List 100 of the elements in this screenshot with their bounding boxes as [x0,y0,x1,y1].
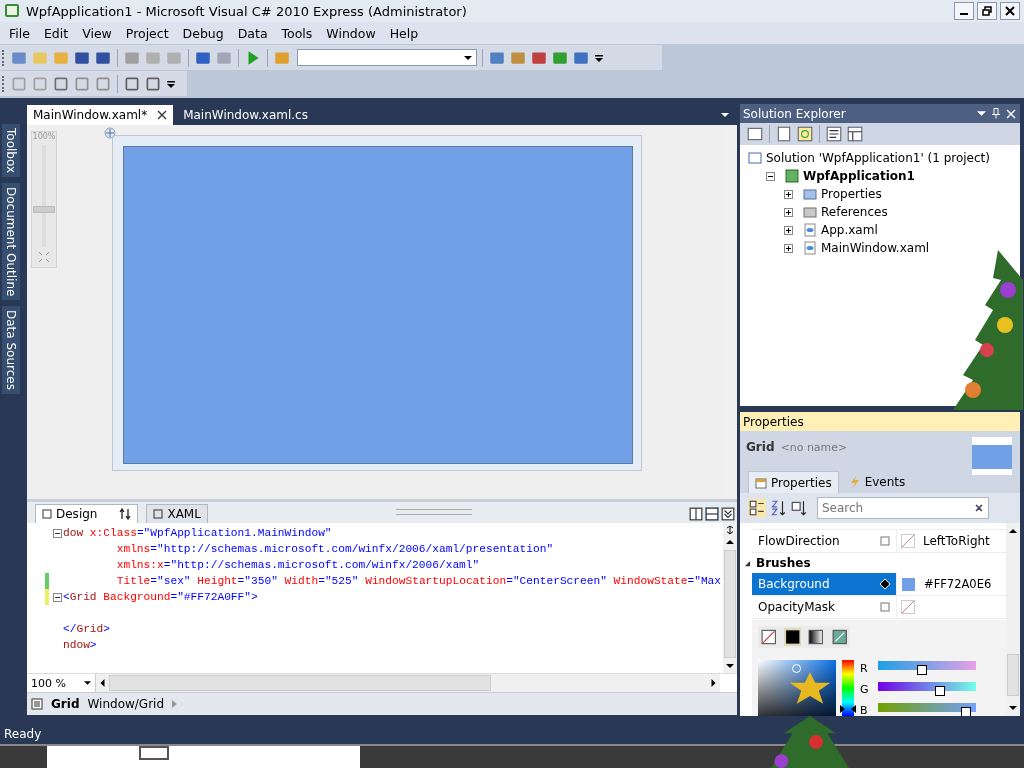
element-name: <no name> [780,440,848,454]
property-name[interactable]: FlowDirection [752,530,896,552]
toolbar-overflow-icon[interactable] [167,79,175,88]
solution-config-dropdown[interactable] [297,49,477,66]
vertical-scrollbar[interactable] [1006,523,1020,716]
categorized-icon[interactable] [748,499,766,517]
local-value-icon[interactable] [880,579,890,589]
breadcrumb-item[interactable]: Grid [51,697,80,711]
channel-slider[interactable] [878,682,976,696]
pin-icon[interactable] [992,108,1000,119]
scrollbar-thumb[interactable] [1007,653,1019,696]
menu-item[interactable]: Window [319,25,383,41]
side-panel-tab[interactable]: Toolbox [2,124,20,177]
xaml-icon [803,223,817,237]
refresh-icon[interactable] [796,125,814,143]
breadcrumb-item[interactable]: Window/Grid [87,697,165,711]
menu-item[interactable]: Data [230,25,275,41]
tree-item[interactable]: MainWindow.xaml [821,241,930,255]
expander-icon[interactable] [784,189,793,199]
collapse-icon[interactable] [53,528,62,538]
dropdown-icon[interactable] [721,113,729,117]
property-value[interactable]: LeftToRight [923,534,990,548]
expander-icon[interactable] [784,225,793,235]
tree-item[interactable]: References [821,205,888,219]
slider-thumb[interactable] [840,705,856,713]
no-brush-icon[interactable] [901,534,915,548]
vertical-scrollbar[interactable] [723,523,737,673]
scroll-up-icon[interactable] [726,537,734,546]
color-canvas[interactable] [758,660,836,716]
menu-item[interactable]: Debug [175,25,231,41]
menu-item[interactable]: Tools [274,25,320,41]
document-tab[interactable]: MainWindow.xaml* [27,105,174,125]
side-panel-tab[interactable]: Document Outline [2,183,20,301]
menu-item[interactable]: View [75,25,119,41]
menu-item[interactable]: File [2,25,37,41]
tree-item[interactable]: App.xaml [821,223,878,237]
horizontal-split-icon[interactable] [705,507,719,521]
horizontal-scrollbar[interactable] [96,674,720,692]
scroll-down-icon[interactable] [1009,704,1017,712]
properties-tab[interactable]: Events [842,471,912,493]
tree-item[interactable]: WpfApplication1 [803,169,915,183]
view-designer-icon[interactable] [846,125,864,143]
sort-source-icon[interactable] [790,499,808,517]
show-all-files-icon[interactable] [775,125,793,143]
property-marker-icon[interactable] [880,602,890,612]
slider-thumb[interactable] [33,206,55,214]
property-name[interactable]: Background [752,573,896,595]
properties-tab[interactable]: Properties [748,471,839,493]
clear-icon[interactable] [974,503,984,513]
side-panel-tab[interactable]: Data Sources [2,306,20,395]
split-handle-icon[interactable] [726,526,734,534]
outline-icon[interactable] [31,698,43,710]
view-code-icon[interactable] [825,125,843,143]
document-tab[interactable]: MainWindow.xaml.cs [177,105,314,125]
channel-slider[interactable] [878,703,976,716]
minimize-button[interactable] [954,2,974,20]
menu-item[interactable]: Edit [36,25,76,41]
property-name[interactable]: OpacityMask [752,596,896,618]
menu-item[interactable]: Project [118,25,176,41]
hue-slider[interactable] [842,660,854,716]
image-brush-icon[interactable] [830,628,848,646]
expander-icon[interactable] [784,243,793,253]
sort-alphabetical-icon[interactable] [769,499,787,517]
close-icon[interactable] [157,110,168,120]
view-tab[interactable]: XAML [146,504,208,523]
property-marker-icon[interactable] [880,536,890,546]
scroll-left-icon[interactable] [100,679,105,687]
channel-slider[interactable] [878,661,976,675]
no-brush-icon[interactable] [901,600,915,614]
no-brush-icon[interactable] [760,628,778,646]
slider-thumb[interactable] [961,707,972,716]
tree-item[interactable]: Properties [821,187,882,201]
collapse-icon[interactable] [53,592,62,602]
collapse-pane-icon[interactable] [721,507,735,521]
property-value[interactable]: #FF72A0E6 [924,577,992,591]
collapse-arrow-icon[interactable] [744,559,751,567]
slider-thumb[interactable] [917,665,928,675]
code-line: dow x:Class="WpfApplication1.MainWindow" [63,527,332,539]
vertical-split-icon[interactable] [689,507,703,521]
view-tab[interactable]: Design [35,504,139,523]
tree-item[interactable]: Solution 'WpfApplication1' (1 project) [766,151,990,165]
swap-panes-icon[interactable] [119,508,132,520]
menu-item[interactable]: Help [382,25,426,41]
dropdown-icon[interactable] [977,111,986,116]
close-button[interactable] [1000,2,1020,20]
scroll-up-icon[interactable] [1009,527,1017,535]
scroll-right-icon[interactable] [711,679,716,687]
splitter-handle[interactable] [395,509,472,515]
restore-button[interactable] [977,2,997,20]
expander-icon[interactable] [766,171,775,181]
window-thumbnail[interactable] [47,746,360,768]
color-swatch[interactable] [901,576,916,592]
scroll-down-icon[interactable] [726,662,734,670]
expander-icon[interactable] [784,207,793,217]
move-handle-icon[interactable] [104,127,116,139]
solid-brush-icon[interactable] [783,628,801,646]
slider-thumb[interactable] [934,686,945,696]
gradient-brush-icon[interactable] [807,628,825,646]
toolbar-overflow-icon[interactable] [595,53,603,62]
search-field[interactable]: Search [817,497,989,519]
